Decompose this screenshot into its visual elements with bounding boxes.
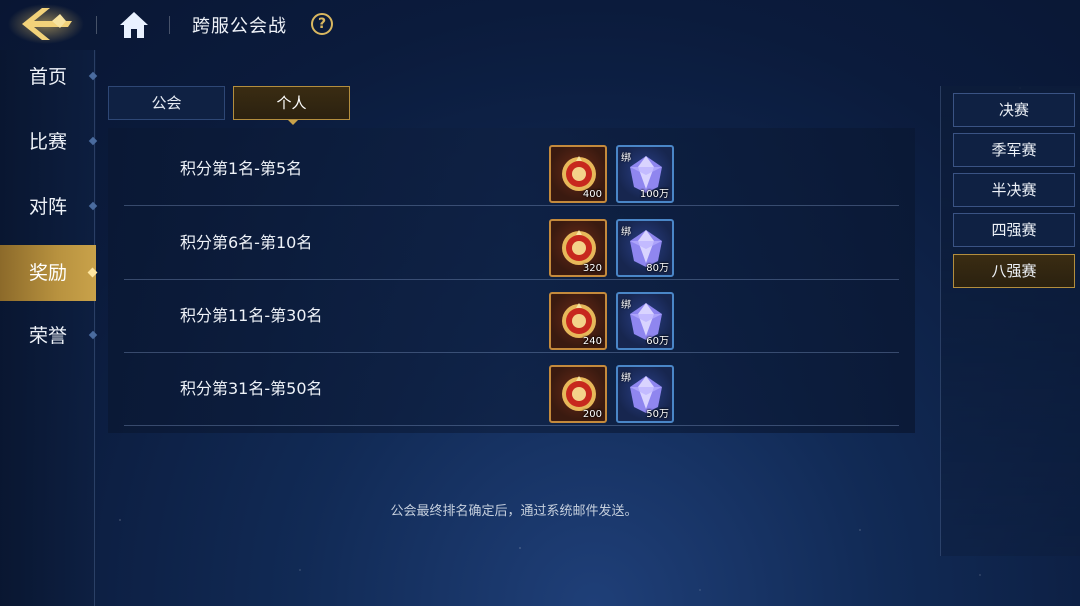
reward-row: 积分第1名-第5名 400 绑 100万 (124, 132, 899, 206)
reward-quantity: 240 (582, 336, 602, 347)
medal-reward-slot[interactable]: 240 (549, 292, 607, 350)
stage-final-button[interactable]: 决赛 (953, 93, 1075, 127)
reward-quantity: 320 (582, 263, 602, 274)
nav-diamond-icon (88, 136, 98, 146)
reward-quantity: 60万 (646, 336, 669, 347)
sidebar-item-honor[interactable]: 荣誉 (0, 308, 98, 364)
stage-third-place-button[interactable]: 季军赛 (953, 133, 1075, 167)
sidebar-item-label: 首页 (28, 66, 67, 88)
top-bar: 跨服公会战 ? (0, 0, 1080, 50)
divider (169, 16, 170, 34)
reward-quantity: 80万 (646, 263, 669, 274)
bound-tag: 绑 (621, 153, 631, 164)
page-title: 跨服公会战 (192, 16, 287, 37)
bound-tag: 绑 (621, 227, 631, 238)
medal-reward-slot[interactable]: 400 (549, 145, 607, 203)
reward-quantity: 400 (582, 189, 602, 200)
tab-active-indicator (288, 120, 298, 125)
rank-range-label: 积分第11名-第30名 (180, 306, 323, 325)
sidebar-item-rewards[interactable]: 奖励 (0, 245, 98, 301)
stage-top4-button[interactable]: 四强赛 (953, 213, 1075, 247)
tab-personal[interactable]: 个人 (233, 86, 350, 120)
sidebar-item-home[interactable]: 首页 (0, 49, 98, 105)
sidebar-item-label: 荣誉 (28, 325, 67, 347)
reward-row: 积分第31名-第50名 200 绑 50万 (124, 352, 899, 426)
sidebar-item-match[interactable]: 比赛 (0, 114, 98, 170)
bound-tag: 绑 (621, 300, 631, 311)
help-icon[interactable]: ? (311, 13, 333, 35)
nav-diamond-icon (88, 330, 98, 340)
stage-top8-button[interactable]: 八强赛 (953, 254, 1075, 288)
gem-reward-slot[interactable]: 绑 60万 (616, 292, 674, 350)
reward-row: 积分第11名-第30名 240 绑 60万 (124, 279, 899, 353)
sidebar-item-label: 奖励 (28, 262, 67, 284)
sidebar-item-label: 比赛 (28, 131, 67, 153)
back-button[interactable] (0, 0, 92, 50)
divider (96, 16, 97, 34)
reward-quantity: 200 (582, 409, 602, 420)
gem-reward-slot[interactable]: 绑 50万 (616, 365, 674, 423)
gem-reward-slot[interactable]: 绑 80万 (616, 219, 674, 277)
medal-reward-slot[interactable]: 320 (549, 219, 607, 277)
footnote-text: 公会最终排名确定后，通过系统邮件发送。 (390, 504, 638, 519)
nav-diamond-icon (88, 71, 98, 81)
sidebar-item-bracket[interactable]: 对阵 (0, 179, 98, 235)
tab-guild[interactable]: 公会 (108, 86, 225, 120)
home-button[interactable] (118, 10, 150, 40)
medal-reward-slot[interactable]: 200 (549, 365, 607, 423)
back-arrow-icon (8, 4, 84, 44)
sidebar-item-label: 对阵 (28, 196, 67, 218)
reward-quantity: 100万 (639, 189, 669, 200)
rank-range-label: 积分第1名-第5名 (180, 159, 303, 178)
home-icon (120, 12, 148, 38)
rank-range-label: 积分第31名-第50名 (180, 379, 323, 398)
bound-tag: 绑 (621, 373, 631, 384)
reward-list: 积分第1名-第5名 400 绑 100万 积分第6名-第10名 320 绑 80… (108, 128, 915, 433)
reward-row: 积分第6名-第10名 320 绑 80万 (124, 206, 899, 280)
nav-diamond-icon (87, 267, 98, 278)
rank-range-label: 积分第6名-第10名 (180, 233, 313, 252)
stage-semifinal-button[interactable]: 半决赛 (953, 173, 1075, 207)
reward-quantity: 50万 (646, 409, 669, 420)
gem-reward-slot[interactable]: 绑 100万 (616, 145, 674, 203)
nav-diamond-icon (88, 201, 98, 211)
